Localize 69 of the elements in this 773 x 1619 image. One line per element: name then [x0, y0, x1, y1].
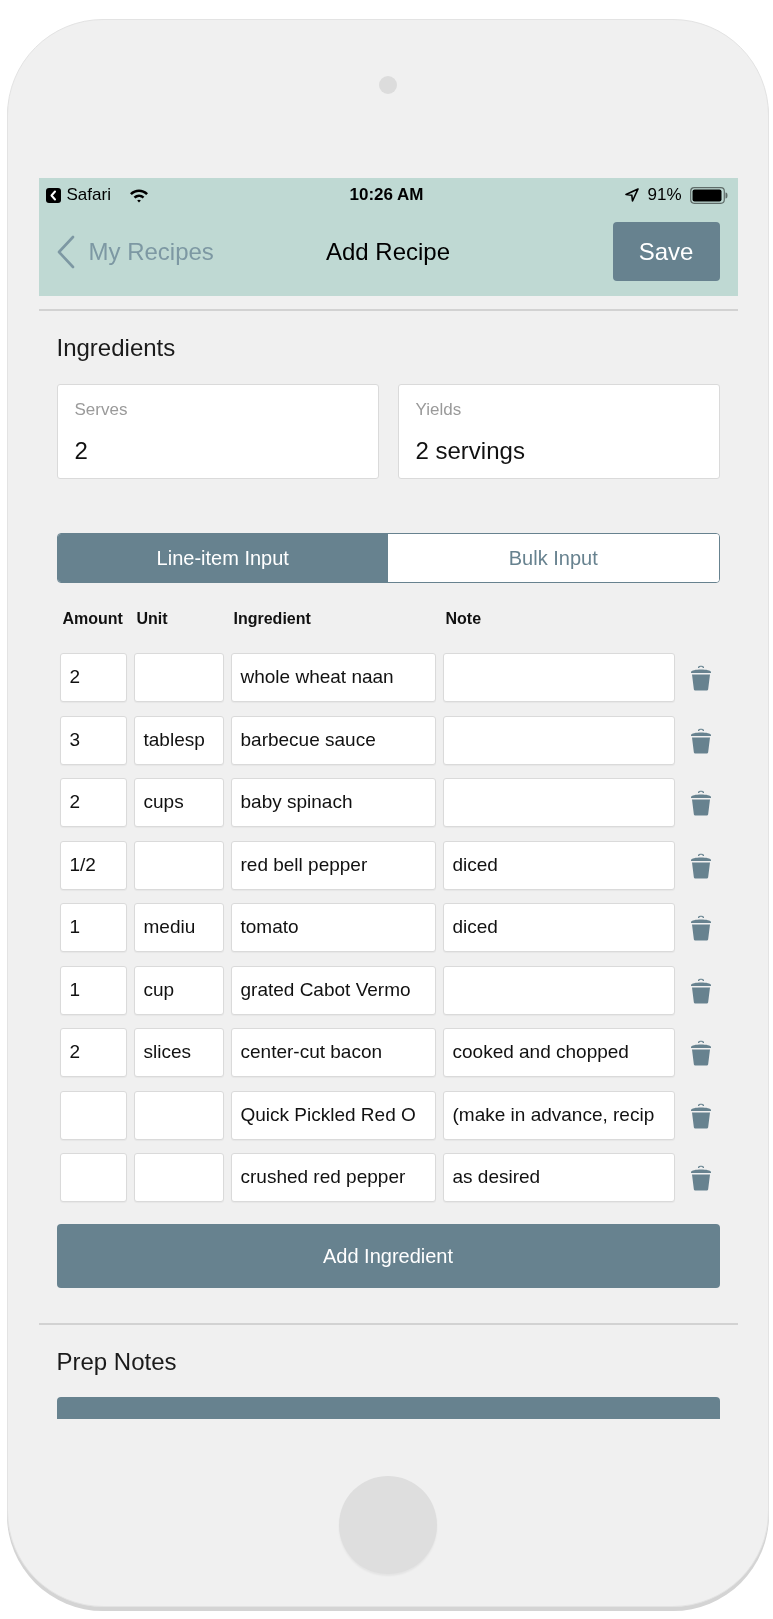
field-label: Serves	[74, 399, 129, 421]
chevron-left-icon	[56, 234, 75, 269]
trash-icon[interactable]	[689, 851, 712, 879]
unit-field[interactable]	[133, 653, 224, 702]
field-value: 2	[74, 436, 89, 466]
trash-icon[interactable]	[689, 1164, 712, 1191]
battery-icon	[689, 186, 728, 204]
amount-field[interactable]	[59, 1090, 127, 1140]
note-field[interactable]: as desired	[442, 1153, 675, 1202]
note-field[interactable]: diced	[442, 840, 675, 890]
input-field[interactable]: Serves 2	[56, 384, 379, 479]
ingredient-field[interactable]: center-cut bacon	[230, 1028, 436, 1077]
amount-field[interactable]: 3	[59, 715, 127, 765]
trash-icon[interactable]	[689, 664, 712, 691]
amount-field[interactable]: 2	[59, 778, 127, 827]
ingredient-field[interactable]: crushed red pepper	[230, 1153, 436, 1202]
amount-field[interactable]: 1	[59, 965, 127, 1015]
trash-icon[interactable]	[689, 726, 712, 754]
page-title: Add Recipe	[325, 236, 451, 267]
trash-icon[interactable]	[689, 1039, 712, 1066]
field-label: Yields	[415, 399, 463, 421]
ingredient-field[interactable]: Quick Pickled Red O	[230, 1090, 436, 1140]
amount-field[interactable]: 2	[59, 1028, 127, 1077]
amount-field[interactable]: 2	[59, 653, 127, 702]
unit-field[interactable]	[133, 1090, 224, 1140]
back-badge-icon[interactable]	[45, 187, 61, 203]
location-arrow-icon	[625, 188, 640, 202]
unit-field[interactable]: slices	[133, 1028, 224, 1077]
status-time: 10:26 AM	[349, 184, 424, 207]
battery-percent: 91%	[647, 184, 682, 207]
unit-field[interactable]: cup	[133, 965, 224, 1015]
tab[interactable]: Line-item Input	[57, 534, 388, 582]
note-field[interactable]	[442, 653, 675, 702]
ingredient-field[interactable]: baby spinach	[230, 778, 436, 827]
ingredient-field[interactable]: whole wheat naan	[230, 653, 436, 702]
amount-field[interactable]: 1/2	[59, 840, 127, 890]
ingredient-field[interactable]: grated Cabot Vermo	[230, 965, 436, 1015]
trash-icon[interactable]	[689, 1101, 712, 1129]
note-field[interactable]	[442, 965, 675, 1015]
input-field[interactable]: Yields 2 servings	[397, 384, 720, 479]
trash-icon[interactable]	[689, 789, 712, 816]
trash-icon[interactable]	[689, 976, 712, 1004]
note-field[interactable]	[442, 778, 675, 827]
field-value: 2 servings	[415, 436, 526, 466]
unit-field[interactable]: cups	[133, 778, 224, 827]
column-header: Note	[444, 609, 482, 629]
note-field[interactable]	[442, 715, 675, 765]
note-field[interactable]: diced	[442, 903, 675, 952]
column-header: Amount	[61, 609, 123, 629]
column-header: Unit	[135, 609, 168, 629]
unit-field[interactable]: tablesp	[133, 715, 224, 765]
section-title: Ingredients	[56, 333, 177, 363]
ingredient-field[interactable]: barbecue sauce	[230, 715, 436, 765]
amount-field[interactable]: 1	[59, 903, 127, 952]
add-ingredient-button[interactable]: Add Ingredient	[56, 1224, 720, 1288]
ingredient-field[interactable]: red bell pepper	[230, 840, 436, 890]
amount-field[interactable]	[59, 1153, 127, 1202]
unit-field[interactable]	[133, 1153, 224, 1202]
back-app-label[interactable]: Safari	[66, 182, 111, 208]
wifi-icon	[128, 187, 149, 203]
section-title: Prep Notes	[56, 1347, 178, 1377]
column-header: Ingredient	[232, 609, 311, 629]
save-button[interactable]: Save	[612, 222, 720, 281]
ingredient-field[interactable]: tomato	[230, 903, 436, 952]
unit-field[interactable]: mediu	[133, 903, 224, 952]
note-field[interactable]: cooked and chopped	[442, 1028, 675, 1077]
trash-icon[interactable]	[689, 914, 712, 941]
note-field[interactable]: (make in advance, recip	[442, 1090, 675, 1140]
unit-field[interactable]	[133, 840, 224, 890]
